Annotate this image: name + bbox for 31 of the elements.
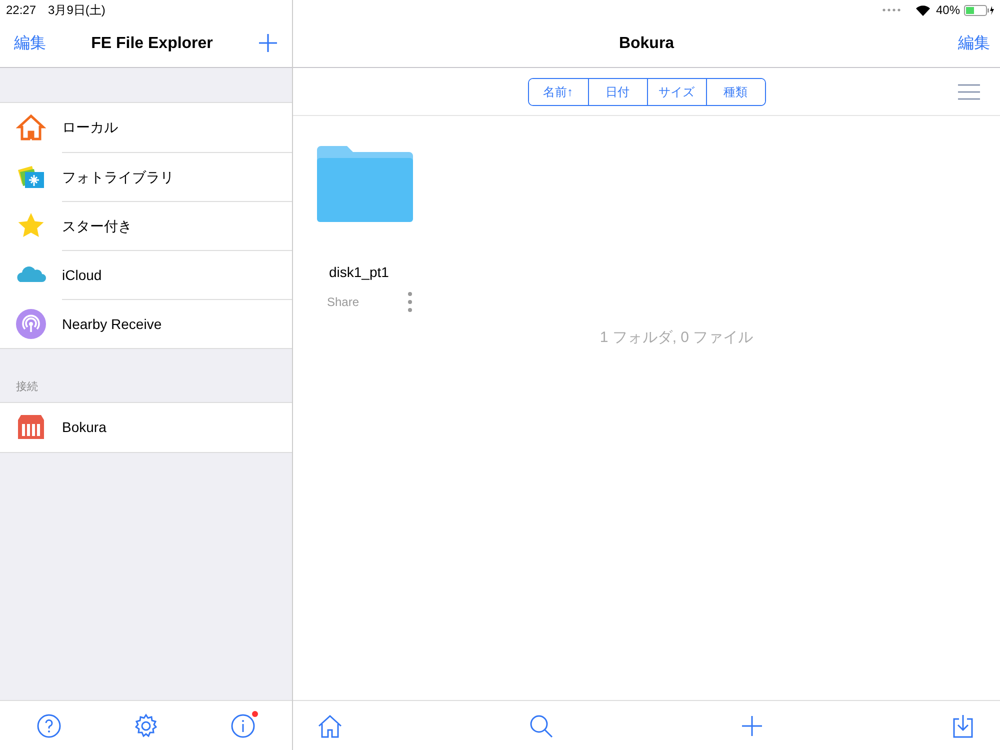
section-header: 接続 (15, 380, 39, 395)
edit-button[interactable]: 編集 (958, 32, 990, 56)
file-subtitle: Share (327, 294, 360, 312)
sidebar-item[interactable]: Nearby Receive (0, 299, 292, 348)
sidebar-item[interactable]: フォトライブラリ (0, 152, 292, 201)
sidebar-item[interactable]: Bokura (0, 402, 292, 452)
more-icon[interactable] (407, 291, 414, 314)
house-icon (16, 112, 46, 142)
item-count: 1 フォルダ, 0 ファイル (600, 329, 754, 346)
wifi-icon (916, 4, 930, 16)
settings-icon[interactable] (132, 712, 159, 738)
nearby-icon (16, 308, 46, 338)
sidebar-item[interactable]: スター付き (0, 201, 292, 250)
status-date: 3月9日(土) (48, 2, 106, 19)
notification-dot (252, 710, 258, 716)
sort-tab[interactable]: 種類 (706, 78, 764, 104)
folder-icon[interactable] (317, 146, 413, 222)
folder-title: Bokura (618, 34, 674, 54)
file-name: disk1_pt1 (329, 264, 389, 280)
info-icon[interactable] (230, 712, 256, 738)
battery-icon (964, 4, 994, 16)
edit-button[interactable]: 編集 (14, 32, 46, 56)
search-icon[interactable] (528, 712, 554, 738)
sidebar-item[interactable]: ローカル (0, 103, 292, 152)
server-icon (16, 412, 46, 442)
help-icon[interactable] (36, 712, 62, 738)
home-icon[interactable] (317, 712, 343, 738)
status-time: 22:27 (6, 2, 36, 19)
sidebar-item[interactable]: iCloud (0, 250, 292, 299)
battery-percent: 40% (936, 2, 960, 19)
sidebar-title: FE File Explorer (91, 34, 213, 54)
